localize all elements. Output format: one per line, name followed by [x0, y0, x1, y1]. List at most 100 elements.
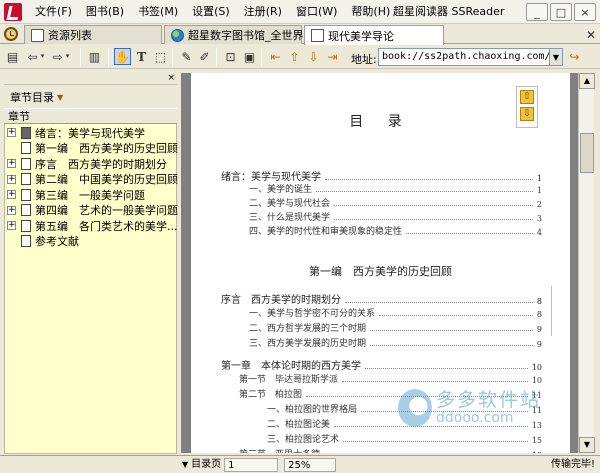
open-book-icon: [311, 29, 324, 42]
chapter-page-icon: [21, 126, 31, 139]
highlight-icon[interactable]: ✐: [196, 48, 213, 65]
toc-page-number: 3: [536, 214, 542, 223]
scroll-down-icon[interactable]: ▼: [579, 437, 595, 453]
chapter-label: 第二编 中国美学的历史回顾: [35, 173, 178, 187]
expand-plus-icon[interactable]: +: [7, 205, 16, 215]
toc-entry[interactable]: 二、柏拉图论美 13: [267, 417, 542, 430]
first-page-icon[interactable]: ⇤: [267, 48, 284, 65]
chapter-tree-item[interactable]: 参考文献: [5, 234, 176, 250]
toc-leader-dots: [361, 411, 528, 412]
expand-plus-icon[interactable]: +: [7, 174, 16, 184]
tool-page-icon[interactable]: ▤: [4, 48, 21, 65]
toc-page-number: 1: [536, 186, 542, 195]
toc-entry[interactable]: 四、美学的时代性和审美现象的稳定性 4: [249, 224, 542, 237]
chapter-tree-item[interactable]: + 绪言：美学与现代美学: [5, 125, 176, 141]
hand-tool-icon[interactable]: ✋: [114, 48, 131, 65]
chapter-tree-item[interactable]: + 第二编 中国美学的历史回顾: [5, 172, 178, 188]
annotate-icon[interactable]: ✎: [178, 48, 195, 65]
expand-plus-icon[interactable]: +: [7, 221, 16, 231]
app-logo-icon[interactable]: [4, 2, 22, 21]
scroll-up-icon[interactable]: ▲: [579, 73, 595, 89]
fit-page-icon[interactable]: ⊡: [222, 48, 239, 65]
book-page[interactable]: 目 录 ⇧ ⇩ 第一编 西方美学的历史回顾 多多软件站 ddooo.com 绪言…: [191, 73, 570, 453]
back-dropdown-icon[interactable]: ▾: [38, 48, 47, 65]
panel-close-icon[interactable]: ×: [167, 73, 175, 83]
chapter-column-header[interactable]: 章节: [4, 108, 177, 124]
vertical-scrollbar[interactable]: ▲ ▼: [578, 73, 595, 453]
zoom-select[interactable]: 25%: [284, 457, 337, 472]
page-up-icon[interactable]: ⇧: [520, 90, 534, 104]
chapter-label: 第三编 一般美学问题: [35, 188, 145, 202]
close-tab-icon[interactable]: ✕: [586, 28, 596, 42]
toc-entry[interactable]: 一、美学的诞生 1: [249, 182, 542, 195]
expand-plus-icon[interactable]: +: [7, 128, 16, 138]
prev-page-icon[interactable]: ⇧: [286, 48, 303, 65]
tab-resource-list[interactable]: 资源列表: [24, 25, 162, 44]
toc-entry[interactable]: 三、西方美学发展的历史时期 9: [249, 336, 542, 349]
toc-page-number: 8: [536, 297, 542, 306]
toc-leader-dots: [365, 368, 528, 369]
toc-leader-dots: [379, 315, 533, 316]
forward-dropdown-icon[interactable]: ▾: [63, 48, 72, 65]
tab-digital-library[interactable]: 超星数字图书馆_全世界: [164, 25, 304, 44]
history-clock-icon[interactable]: [4, 27, 18, 41]
toc-entry[interactable]: 绪言：美学与现代美学 1: [221, 168, 542, 183]
toc-entry-text: 序言 西方美学的时期划分: [221, 295, 341, 306]
chapter-tree-item[interactable]: 第一编 西方美学的历史回顾: [5, 141, 178, 157]
toc-entry-text: 第一节 毕达哥拉斯学派: [239, 375, 339, 385]
chapter-tree-item[interactable]: + 第三编 一般美学问题: [5, 187, 176, 203]
toc-entry[interactable]: 第一节 毕达哥拉斯学派 10: [239, 372, 542, 385]
minimize-button[interactable]: _: [526, 3, 548, 21]
page-down-icon[interactable]: ⇩: [520, 107, 534, 121]
chapter-tree-item[interactable]: + 第四编 艺术的一般美学问题: [5, 203, 178, 219]
toolbar-separator: [261, 48, 262, 66]
status-bar: ▼ 目录页 1 25% 传输完毕!: [0, 455, 600, 473]
menu-settings[interactable]: 设置(S): [185, 1, 237, 23]
toc-entry[interactable]: 一、美学与哲学密不可分的关系 8: [249, 306, 542, 319]
toc-entry[interactable]: 序言 西方美学的时期划分 8: [221, 291, 542, 306]
toc-entry[interactable]: 三、柏拉图论艺术 15: [267, 432, 542, 445]
toc-entry[interactable]: 第三节 亚里士多德 18: [239, 447, 542, 453]
menu-register[interactable]: 注册(R): [237, 1, 289, 23]
region-select-icon[interactable]: ⬚: [152, 48, 169, 65]
chapter-label: 第四编 艺术的一般美学问题: [35, 204, 178, 218]
last-page-icon[interactable]: ⇥: [324, 48, 341, 65]
toc-entry[interactable]: 第二节 柏拉图 11: [239, 387, 542, 400]
maximize-button[interactable]: □: [550, 3, 572, 21]
scroll-thumb[interactable]: [580, 133, 594, 173]
tab-label: 超星数字图书馆_全世界: [188, 29, 304, 42]
toc-entry-text: 一、美学与哲学密不可分的关系: [249, 309, 376, 319]
go-arrow-icon[interactable]: ↪: [566, 48, 583, 65]
address-input[interactable]: book://ss2path.chaoxing.com/ss2p: [378, 48, 550, 66]
menu-file[interactable]: 文件(F): [28, 1, 79, 23]
menu-help[interactable]: 帮助(H): [344, 1, 397, 23]
menu-window[interactable]: 窗口(W): [289, 1, 344, 23]
toc-leader-dots: [334, 205, 533, 206]
toc-entry[interactable]: 三、什么是现代美学 3: [249, 210, 542, 223]
menu-bookmark[interactable]: 书签(M): [131, 1, 185, 23]
toc-entry[interactable]: 一、柏拉图的世界格局 11: [267, 402, 542, 415]
layout-icon[interactable]: ▥: [86, 48, 103, 65]
toc-dropdown[interactable]: 章节目录 ▼: [10, 89, 177, 105]
tab-modern-aesthetics[interactable]: 现代美学导论: [304, 25, 444, 45]
fit-width-icon[interactable]: ▣: [241, 48, 258, 65]
chapter-tree-item[interactable]: + 序言 西方美学的时期划分: [5, 156, 176, 172]
next-page-icon[interactable]: ⇩: [305, 48, 322, 65]
expand-plus-icon[interactable]: +: [7, 190, 16, 200]
chapter-tree-item[interactable]: + 第五编 各门类艺术的美学...: [5, 218, 178, 234]
toc-entry-text: 第二节 柏拉图: [239, 390, 303, 400]
address-dropdown-icon[interactable]: ▼: [550, 48, 563, 66]
toc-entry[interactable]: 二、美学与现代社会 2: [249, 196, 542, 209]
toc-entry[interactable]: 第一章 本体论时期的西方美学 10: [221, 357, 542, 372]
menu-book[interactable]: 图书(B): [79, 1, 131, 23]
globe-icon: [171, 28, 184, 42]
expand-plus-icon[interactable]: +: [7, 159, 16, 169]
chapter-label: 第五编 各门类艺术的美学...: [35, 219, 178, 233]
text-select-icon[interactable]: T: [133, 48, 150, 65]
close-window-button[interactable]: ×: [574, 3, 596, 21]
toc-entry-text: 第三节 亚里士多德: [239, 447, 320, 453]
tab-label: 资源列表: [48, 29, 92, 42]
toc-entry[interactable]: 二、西方哲学发展的三个时期 9: [249, 321, 542, 334]
page-number-input[interactable]: 1: [224, 457, 279, 472]
